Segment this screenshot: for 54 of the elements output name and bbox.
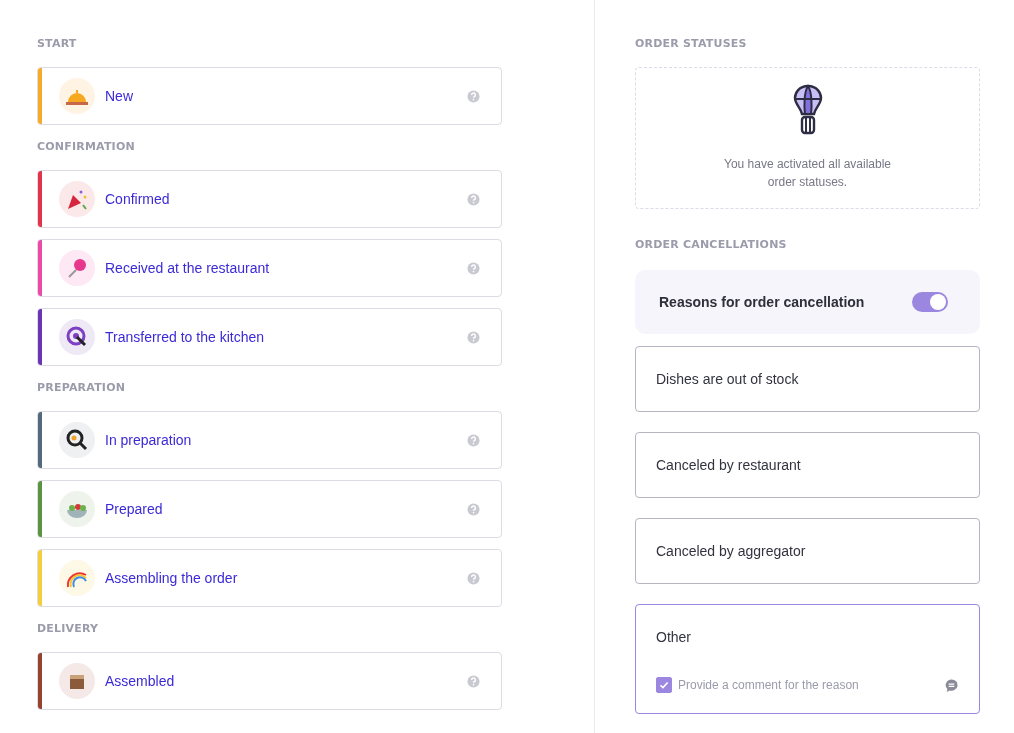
status-label: New (105, 88, 134, 104)
toggle-label: Reasons for order cancellation (659, 294, 866, 310)
status-card[interactable]: In preparation (37, 411, 502, 469)
status-card[interactable]: Assembled (37, 652, 502, 710)
checkbox-label: Provide a comment for the reason (678, 678, 860, 692)
reason-card[interactable]: Canceled by restaurant (635, 432, 980, 498)
help-icon[interactable] (467, 674, 480, 688)
status-label: Prepared (105, 501, 164, 517)
box-icon (59, 663, 95, 699)
status-card[interactable]: Confirmed (37, 170, 502, 228)
section-heading: PREPARATION (37, 381, 127, 394)
help-icon[interactable] (467, 330, 480, 344)
checkbox[interactable] (656, 677, 672, 693)
help-icon[interactable] (467, 89, 480, 103)
status-label: Transferred to the kitchen (105, 329, 265, 345)
status-card[interactable]: Received at the restaurant (37, 239, 502, 297)
reason-card[interactable]: Other Provide a comment for the reason (635, 604, 980, 714)
help-icon[interactable] (467, 433, 480, 447)
status-card[interactable]: New (37, 67, 502, 125)
section-heading: CONFIRMATION (37, 140, 136, 153)
reason-card[interactable]: Canceled by aggregator (635, 518, 980, 584)
status-label: Received at the restaurant (105, 260, 271, 276)
reason-label: Other (656, 629, 692, 645)
reason-card[interactable]: Dishes are out of stock (635, 346, 980, 412)
reason-label: Canceled by restaurant (656, 457, 802, 473)
help-icon[interactable] (467, 571, 480, 585)
status-label: Assembling the order (105, 570, 239, 586)
empty-state-message: You have activated all available order statuses. (723, 156, 892, 191)
status-label: Assembled (105, 673, 176, 689)
section-heading: DELIVERY (37, 622, 100, 635)
rainbow-icon (59, 560, 95, 596)
status-card[interactable]: Prepared (37, 480, 502, 538)
hot-air-balloon-icon (792, 84, 823, 136)
party-popper-icon (59, 181, 95, 217)
pushpin-icon (59, 250, 95, 286)
target-icon (59, 319, 95, 355)
frying-pan-icon (59, 422, 95, 458)
bell-icon (59, 78, 95, 114)
toggle-switch[interactable] (912, 292, 948, 312)
salad-bowl-icon (59, 491, 95, 527)
help-icon[interactable] (467, 261, 480, 275)
checkmark-icon (658, 679, 670, 691)
section-heading: START (37, 37, 78, 50)
comment-icon (944, 677, 959, 693)
help-icon[interactable] (467, 192, 480, 206)
status-label: In preparation (105, 432, 193, 448)
status-card[interactable]: Transferred to the kitchen (37, 308, 502, 366)
section-heading: ORDER STATUSES (635, 37, 748, 50)
reason-label: Canceled by aggregator (656, 543, 807, 559)
help-icon[interactable] (467, 502, 480, 516)
section-heading: ORDER CANCELLATIONS (635, 238, 788, 251)
status-card[interactable]: Assembling the order (37, 549, 502, 607)
reason-label: Dishes are out of stock (656, 371, 800, 387)
status-label: Confirmed (105, 191, 171, 207)
